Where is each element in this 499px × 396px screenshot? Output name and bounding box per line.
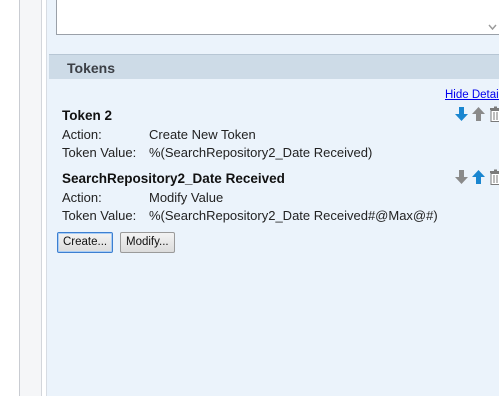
scroll-down-icon[interactable] xyxy=(488,24,497,31)
token-value: %(SearchRepository2_Date Received#@Max@#… xyxy=(149,207,438,223)
hide-details-link[interactable]: Hide Details xyxy=(445,89,499,101)
create-button[interactable]: Create... xyxy=(57,232,114,253)
arrow-down-icon[interactable] xyxy=(454,169,469,185)
token-value-label: Token Value: xyxy=(62,144,137,160)
arrow-down-icon[interactable] xyxy=(454,106,469,122)
action-value: Modify Value xyxy=(149,189,224,205)
text-area[interactable] xyxy=(56,0,499,35)
token-item: Token 2 Action: Create New Token Token V… xyxy=(62,108,492,161)
token-value-row: Token Value: %(SearchRepository2_Date Re… xyxy=(62,143,492,161)
token-actions xyxy=(454,169,499,185)
token-value-label: Token Value: xyxy=(62,207,137,223)
token-item: SearchRepository2_Date Received Action: … xyxy=(62,171,492,224)
action-label: Action: xyxy=(62,189,102,205)
token-name: Token 2 xyxy=(62,108,113,123)
action-value: Create New Token xyxy=(149,126,256,142)
action-label: Action: xyxy=(62,126,102,142)
arrow-up-icon[interactable] xyxy=(471,106,486,122)
action-row: Action: Modify Value xyxy=(62,188,492,206)
action-row: Action: Create New Token xyxy=(62,125,492,143)
left-gutter xyxy=(20,0,41,396)
trash-icon[interactable] xyxy=(488,169,499,185)
gutter-divider xyxy=(41,0,42,396)
tokens-panel: Tokens Hide Details Token 2 Action: Crea… xyxy=(46,0,499,396)
tokens-section-header: Tokens xyxy=(49,54,499,79)
token-value: %(SearchRepository2_Date Received) xyxy=(149,144,373,160)
modify-button[interactable]: Modify... xyxy=(120,232,175,253)
trash-icon[interactable] xyxy=(488,106,499,122)
section-title: Tokens xyxy=(67,60,115,76)
token-name: SearchRepository2_Date Received xyxy=(62,171,285,186)
token-value-row: Token Value: %(SearchRepository2_Date Re… xyxy=(62,206,492,224)
arrow-up-icon[interactable] xyxy=(471,169,486,185)
token-actions xyxy=(454,106,499,122)
